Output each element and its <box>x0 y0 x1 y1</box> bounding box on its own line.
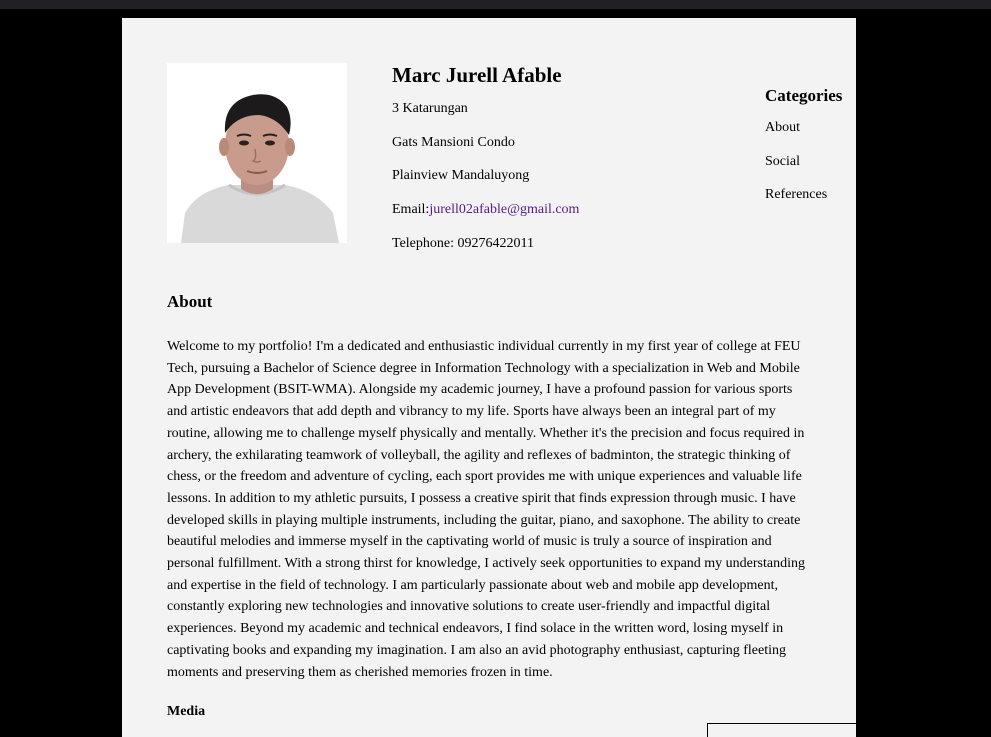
email-label: Email: <box>392 202 430 218</box>
address-line-2: Gats Mansioni Condo <box>392 134 515 150</box>
profile-name: Marc Jurell Afable <box>392 63 562 87</box>
email-line: Email:jurell02afable@gmail.com <box>392 202 732 218</box>
about-heading: About <box>167 292 213 311</box>
address-line-1: 3 Katarungan <box>392 101 468 116</box>
contact-info: Marc Jurell Afable 3 Katarungan Gats Man… <box>392 62 732 269</box>
portfolio-page: Marc Jurell Afable 3 Katarungan Gats Man… <box>122 18 856 737</box>
categories-heading: Categories <box>765 86 843 105</box>
category-item-social[interactable]: Social <box>765 154 856 170</box>
profile-photo-image <box>167 63 347 243</box>
categories-list: About Social References <box>765 120 856 203</box>
category-item-about[interactable]: About <box>765 120 856 136</box>
email-link[interactable]: jurell02afable@gmail.com <box>429 202 579 217</box>
media-frame <box>707 723 856 737</box>
category-item-references[interactable]: References <box>765 187 856 203</box>
media-heading: Media <box>167 704 206 719</box>
telephone-line: Telephone: 09276422011 <box>392 235 534 251</box>
browser-top-bar <box>0 0 991 9</box>
about-paragraph: Welcome to my portfolio! I'm a dedicated… <box>167 339 805 680</box>
categories-nav: Categories About Social References <box>765 86 856 221</box>
address-line-3: Plainview Mandaluyong <box>392 168 530 184</box>
profile-photo <box>167 63 347 243</box>
